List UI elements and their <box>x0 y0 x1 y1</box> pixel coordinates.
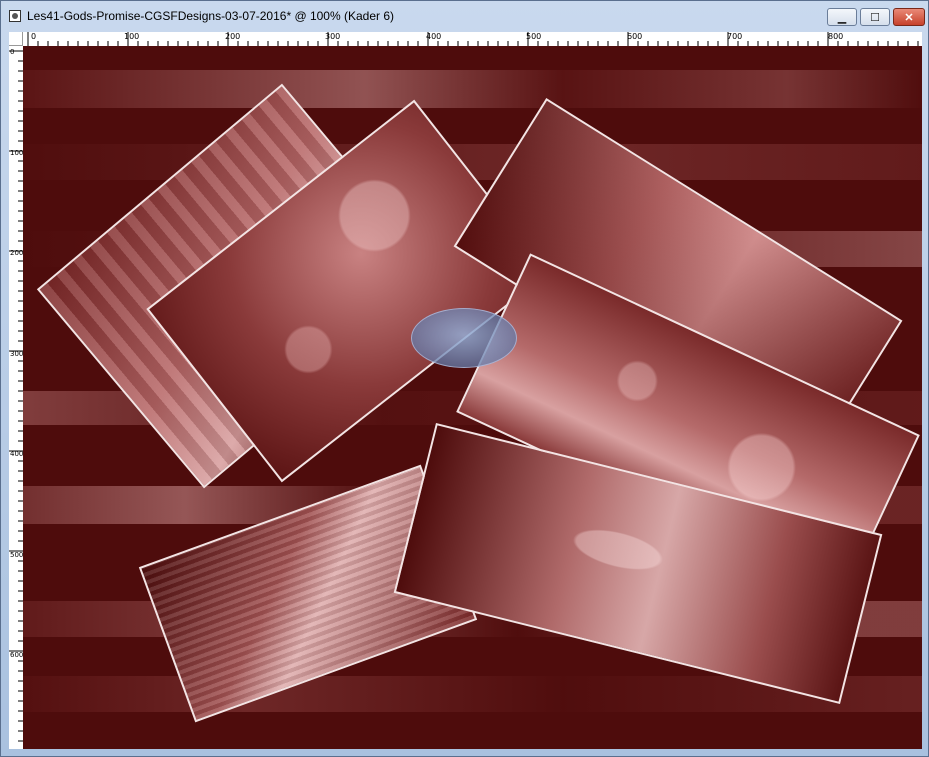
horizontal-ruler: 0 100 200 300 400 500 600 700 800 <box>23 32 922 47</box>
vruler-label-200: 200 <box>10 249 24 257</box>
title-bar[interactable]: Les41-Gods-Promise-CGSFDesigns-03-07-201… <box>1 1 928 31</box>
ruler-label-800: 800 <box>828 32 844 41</box>
image-canvas[interactable] <box>23 46 922 749</box>
vruler-label-400: 400 <box>10 450 24 458</box>
ruler-label-200: 200 <box>225 32 241 41</box>
horizontal-ruler-ticks <box>27 32 919 46</box>
minimize-icon: ▁ <box>837 11 847 24</box>
ruler-label-500: 500 <box>526 32 542 41</box>
app-icon[interactable] <box>9 10 21 22</box>
ruler-label-0: 0 <box>31 32 37 41</box>
vruler-label-600: 600 <box>10 651 24 659</box>
window-title: Les41-Gods-Promise-CGSFDesigns-03-07-201… <box>27 9 395 23</box>
vruler-label-300: 300 <box>10 350 24 358</box>
close-icon: ✕ <box>904 11 914 24</box>
vertical-ruler: 0 100 200 300 400 500 600 <box>9 46 24 749</box>
ruler-label-300: 300 <box>325 32 341 41</box>
app-window: Les41-Gods-Promise-CGSFDesigns-03-07-201… <box>0 0 929 757</box>
close-button[interactable]: ✕ <box>893 8 925 26</box>
ruler-label-600: 600 <box>627 32 643 41</box>
ruler-label-100: 100 <box>124 32 140 41</box>
minimize-button[interactable]: ▁ <box>827 8 857 26</box>
ruler-corner <box>9 32 23 46</box>
maximize-icon: ☐ <box>870 11 880 24</box>
ruler-label-400: 400 <box>426 32 442 41</box>
vruler-label-100: 100 <box>10 149 24 157</box>
bg-stripe <box>23 70 922 108</box>
ruler-label-700: 700 <box>727 32 743 41</box>
logo-watermark <box>411 308 517 368</box>
vruler-label-500: 500 <box>10 551 24 559</box>
maximize-button[interactable]: ☐ <box>860 8 890 26</box>
vruler-label-0: 0 <box>10 48 15 56</box>
